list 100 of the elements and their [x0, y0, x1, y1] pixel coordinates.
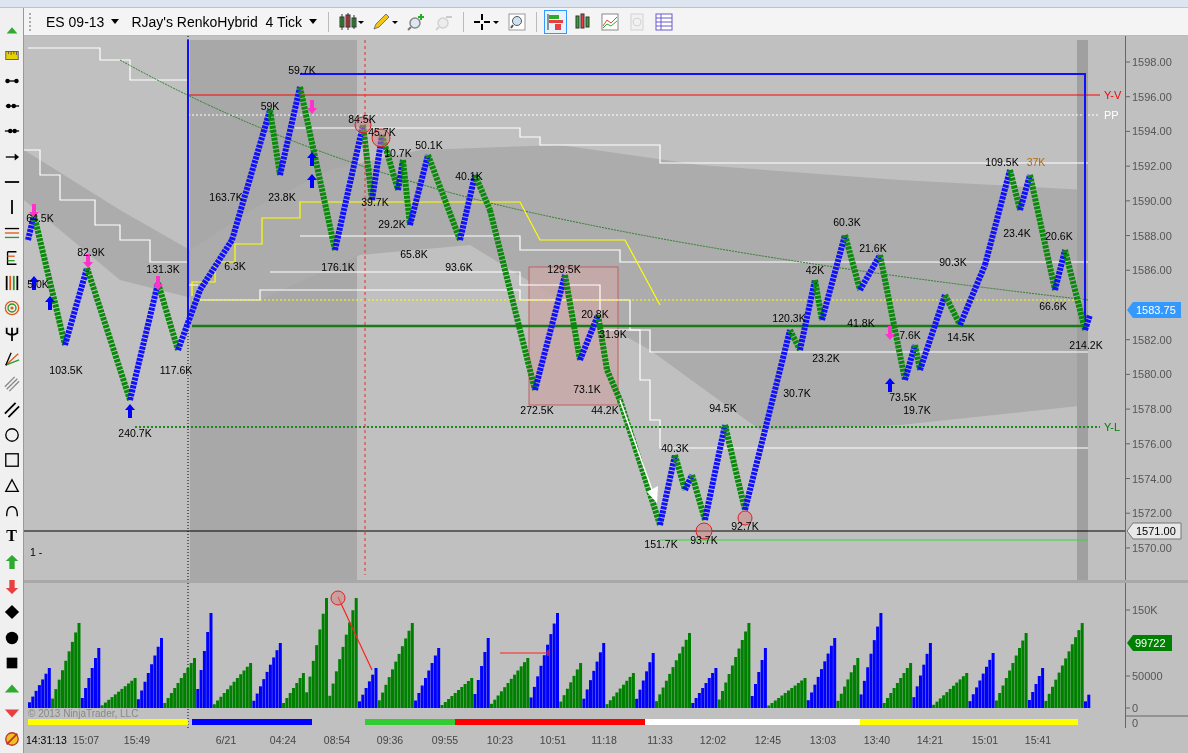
instrument-dropdown[interactable]: ES 09-13	[42, 10, 124, 33]
volume-label: 40.3K	[661, 442, 689, 454]
volume-label: 21.6K	[859, 242, 887, 254]
fibonacci-time-icon[interactable]	[3, 275, 20, 292]
remove-drawings-icon[interactable]	[3, 730, 20, 747]
diamond-icon[interactable]	[3, 604, 20, 621]
square-tool-icon[interactable]	[3, 452, 20, 469]
parallel-lines-icon[interactable]	[3, 401, 20, 418]
volume-label: 176.1K	[321, 261, 355, 273]
time-tick-label: 11:33	[647, 734, 673, 746]
volume-label: 120.3K	[772, 312, 806, 324]
price-tick-label: 1592.00	[1132, 160, 1172, 173]
chart-view-button[interactable]	[544, 9, 568, 34]
price-tick-label: 1590.00	[1132, 194, 1172, 207]
highlight-circle	[330, 590, 346, 606]
volume-label: 82.9K	[77, 246, 105, 258]
price-tick-label: 1588.00	[1132, 229, 1172, 242]
volume-label: 129.5K	[547, 263, 581, 275]
volume-label: 151.7K	[644, 538, 678, 550]
level-label: Y-V	[1104, 89, 1122, 101]
regression-channel-icon[interactable]	[3, 376, 20, 393]
current-time-label: 14:31:13	[26, 734, 67, 746]
volume-label: 44.2K	[591, 404, 619, 416]
time-tick-label: 09:55	[431, 734, 459, 746]
volume-label: 29.2K	[378, 218, 406, 230]
last-volume-badge: 99722	[1127, 635, 1172, 651]
volume-label: 84.5K	[348, 113, 376, 125]
price-tick-label: 1580.00	[1132, 368, 1172, 381]
triangle-tool-icon[interactable]	[3, 477, 20, 494]
volume-label: 73.1K	[573, 383, 601, 395]
time-tick-label: 12:45	[754, 734, 782, 746]
target-circles-icon[interactable]	[3, 300, 20, 317]
time-tick-label: 09:36	[376, 734, 404, 746]
price-tick-label: 1576.00	[1132, 437, 1172, 450]
volume-label: 66.6K	[1039, 300, 1067, 312]
volume-label: 30.7K	[783, 387, 811, 399]
caret-icon	[111, 19, 120, 24]
price-tick-label: 1598.00	[1132, 56, 1172, 68]
volume-label: 59.7K	[288, 64, 316, 76]
volume-label: 42K	[805, 264, 825, 276]
pitchfork-icon[interactable]	[3, 325, 20, 342]
caret-icon	[309, 19, 318, 24]
level-label: PP	[1104, 109, 1119, 121]
volume-label: 94.5K	[709, 402, 737, 414]
time-tick-label: 12:02	[699, 734, 727, 746]
cursor-price-badge: 1571.00	[1126, 522, 1182, 540]
volume-label: 93.6K	[445, 261, 473, 273]
circle-tool-icon[interactable]	[3, 427, 20, 443]
volume-label: 73.5K	[889, 391, 917, 403]
chart-type-dropdown[interactable]: RJay's RenkoHybrid 4 Tick	[127, 10, 322, 33]
volume-label: 90.3K	[939, 256, 967, 268]
volume-label: 37K	[1026, 156, 1046, 168]
time-tick-label: 15:41	[1024, 734, 1052, 746]
text-tool-icon[interactable]: T	[6, 528, 17, 545]
volume-label: 92.7K	[731, 520, 759, 532]
last-price-badge: 1583.75	[1127, 302, 1181, 318]
volume-label: 65.8K	[400, 248, 428, 260]
price-tick-label: 1596.00	[1132, 90, 1172, 103]
volume-tick-label: 0	[1132, 702, 1139, 714]
volume-label: 45.7K	[368, 126, 396, 138]
time-tick-label: 10:51	[539, 734, 567, 746]
volume-label: 163.7K	[209, 191, 243, 203]
volume-label: 20.6K	[1045, 230, 1073, 242]
volume-tick-label: 150K	[1132, 604, 1158, 616]
price-tick-label: 1570.00	[1132, 541, 1172, 554]
volume-label: 39.7K	[361, 196, 389, 208]
time-tick-label: 15:49	[123, 734, 151, 746]
time-tick-label: 14:21	[916, 734, 944, 746]
fan-lines-icon[interactable]	[3, 351, 20, 368]
toolbar-grip-icon	[28, 11, 32, 32]
arrow-up-marker-icon[interactable]	[3, 553, 20, 570]
volume-label: 214.2K	[1069, 339, 1103, 351]
time-tick-label: 13:40	[863, 734, 891, 746]
panel-label: 1 -	[30, 546, 43, 558]
price-tick-label: 1586.00	[1132, 264, 1172, 277]
price-tick-label: 1582.00	[1132, 333, 1172, 346]
volume-label: 23.2K	[812, 352, 840, 364]
volume-label: 23.8K	[268, 191, 296, 203]
level-label: Y-L	[1104, 421, 1121, 433]
volume-label: 23.4K	[1003, 227, 1031, 239]
volume-label: 60.3K	[833, 216, 861, 228]
time-tick-label: 13:03	[809, 734, 837, 746]
time-tick-label: 11:18	[591, 734, 617, 746]
time-tick-label: 15:07	[72, 734, 100, 746]
price-tick-label: 1594.00	[1132, 125, 1172, 138]
volume-tick-label: 50000	[1132, 670, 1163, 682]
volume-label: 109.5K	[985, 156, 1019, 168]
price-tick-label: 1578.00	[1132, 403, 1172, 416]
time-tick-label: 6/21	[215, 734, 237, 746]
volume-label: 240.7K	[118, 427, 152, 439]
volume-label: 6.3K	[224, 260, 246, 272]
volume-label: 7.6K	[899, 329, 921, 341]
dot-icon[interactable]	[3, 629, 20, 646]
volume-label: 40.1K	[455, 170, 483, 182]
arrow-down-marker-icon[interactable]	[3, 578, 20, 595]
price-tick-label: 1574.00	[1132, 472, 1172, 485]
volume-label: 117.6K	[159, 364, 193, 376]
volume-label: 59K	[260, 100, 280, 112]
volume-label: 19.7K	[903, 404, 931, 416]
time-tick-label: 08:54	[323, 734, 351, 746]
